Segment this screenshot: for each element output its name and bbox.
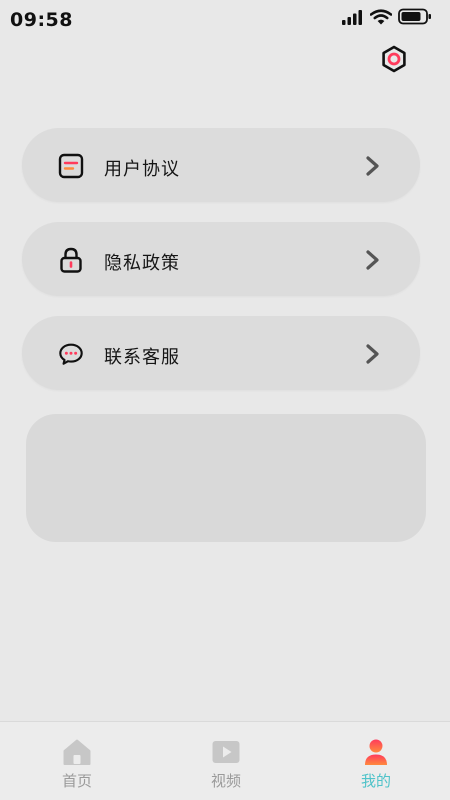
chevron-right-icon	[364, 153, 382, 179]
status-bar: 09:58	[0, 0, 450, 38]
wifi-icon	[369, 8, 393, 29]
chat-bubble-icon	[58, 341, 84, 367]
menu-item-label: 联系客服	[104, 347, 180, 368]
screen: 09:58 用户协议 隐私政策 联系客服 首页 视频 我的	[0, 0, 450, 800]
status-time: 09:58	[10, 9, 73, 31]
agreement-document-icon	[58, 153, 84, 179]
chevron-right-icon	[364, 247, 382, 273]
tab-label: 首页	[61, 772, 92, 790]
tab-mine[interactable]: 我的	[326, 722, 426, 800]
menu-item-privacy-policy[interactable]: 隐私政策	[22, 222, 420, 296]
user-profile-icon	[360, 736, 392, 768]
empty-content-card	[26, 414, 426, 542]
video-play-icon	[210, 736, 242, 768]
menu-item-label: 隐私政策	[104, 253, 180, 274]
lock-icon	[58, 247, 84, 273]
tab-label: 我的	[360, 772, 391, 790]
settings-button[interactable]	[378, 45, 410, 77]
chevron-right-icon	[364, 341, 382, 367]
signal-icon	[342, 9, 364, 29]
tab-label: 视频	[210, 772, 241, 790]
status-icons	[342, 8, 432, 29]
battery-icon	[398, 8, 432, 29]
tab-home[interactable]: 首页	[27, 722, 127, 800]
menu-item-contact-support[interactable]: 联系客服	[22, 316, 420, 390]
settings-gear-icon	[380, 45, 408, 77]
menu-item-label: 用户协议	[104, 159, 180, 180]
menu-item-user-agreement[interactable]: 用户协议	[22, 128, 420, 202]
bottom-tab-bar: 首页 视频 我的	[0, 721, 450, 800]
tab-video[interactable]: 视频	[176, 722, 276, 800]
home-icon	[61, 736, 93, 768]
